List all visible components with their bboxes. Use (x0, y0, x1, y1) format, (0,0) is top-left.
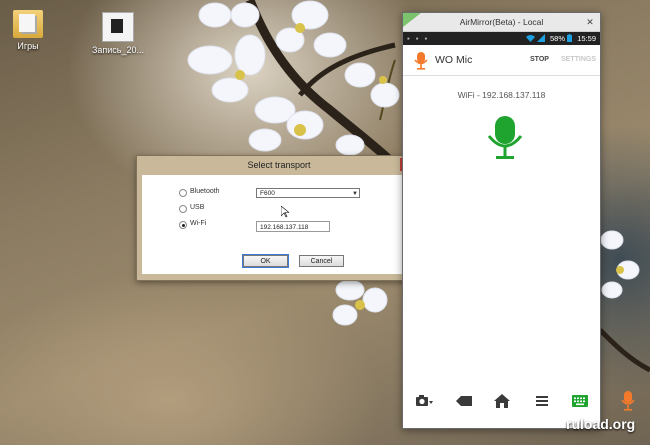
battery-percent: 58% (550, 34, 566, 43)
desktop-icon-label: Игры (17, 41, 39, 51)
radio-label-usb: USB (190, 204, 205, 211)
select-transport-dialog: Select transport ✕ Bluetooth USB Wi-Fi F… (136, 155, 422, 281)
mouse-cursor-icon (281, 206, 289, 218)
airmirror-close-button[interactable]: ✕ (584, 16, 596, 28)
ip-address-input[interactable]: 192.168.137.118 (256, 221, 330, 232)
radio-bluetooth[interactable] (179, 189, 187, 197)
app-name: WO Mic (435, 54, 473, 66)
airmirror-titlebar: AirMirror(Beta) - Local ✕ (403, 13, 600, 32)
microphone-icon (487, 116, 523, 159)
settings-button[interactable]: SETTINGS (561, 56, 596, 63)
device-select-value: F600 (260, 190, 275, 197)
radio-wifi[interactable] (179, 221, 187, 229)
cancel-button[interactable]: Cancel (299, 255, 344, 267)
keyboard-icon[interactable] (571, 393, 589, 409)
dialog-title: Select transport (247, 160, 311, 170)
android-status-bar: ▪ ▪ ▪ 58% 15:59 (403, 32, 600, 45)
device-select[interactable]: F600 ▼ (256, 188, 360, 198)
menu-icon[interactable] (533, 393, 551, 409)
airmirror-window: AirMirror(Beta) - Local ✕ ▪ ▪ ▪ 58% 15:5… (402, 12, 601, 429)
folder-icon (13, 10, 43, 38)
radio-usb[interactable] (179, 205, 187, 213)
cell-signal-icon (536, 34, 545, 42)
radio-label-wifi: Wi-Fi (190, 220, 207, 227)
radio-label-bluetooth: Bluetooth (190, 188, 220, 195)
home-icon[interactable] (493, 393, 511, 409)
wifi-signal-icon (525, 35, 535, 42)
chevron-down-icon: ▼ (352, 191, 358, 197)
camera-icon[interactable] (415, 393, 433, 409)
desktop-icon-recording[interactable]: Запись_20... (90, 12, 146, 55)
file-icon (102, 12, 134, 42)
status-time: 15:59 (577, 34, 596, 43)
notification-icons: ▪ ▪ ▪ (407, 34, 430, 43)
battery-icon (567, 34, 573, 42)
ok-button[interactable]: OK (242, 254, 289, 268)
desktop-icon-label: Запись_20... (91, 45, 145, 55)
desktop-icon-games[interactable]: Игры (0, 10, 56, 51)
watermark-text: ruload.org (566, 416, 636, 432)
airmirror-title: AirMirror(Beta) - Local (459, 17, 544, 27)
android-nav-bar (403, 385, 600, 419)
wo-mic-appbar: WO Mic STOP SETTINGS (403, 45, 600, 76)
stop-button[interactable]: STOP (530, 56, 549, 63)
back-icon[interactable] (455, 393, 473, 409)
wifi-address-text: WiFi - 192.168.137.118 (457, 90, 546, 100)
dialog-body: Bluetooth USB Wi-Fi F600 ▼ 192.168.137.1… (142, 175, 416, 274)
airmirror-logo-icon (403, 13, 421, 27)
wo-mic-logo-icon (414, 52, 428, 70)
wo-mic-tray-icon[interactable] (620, 391, 636, 413)
